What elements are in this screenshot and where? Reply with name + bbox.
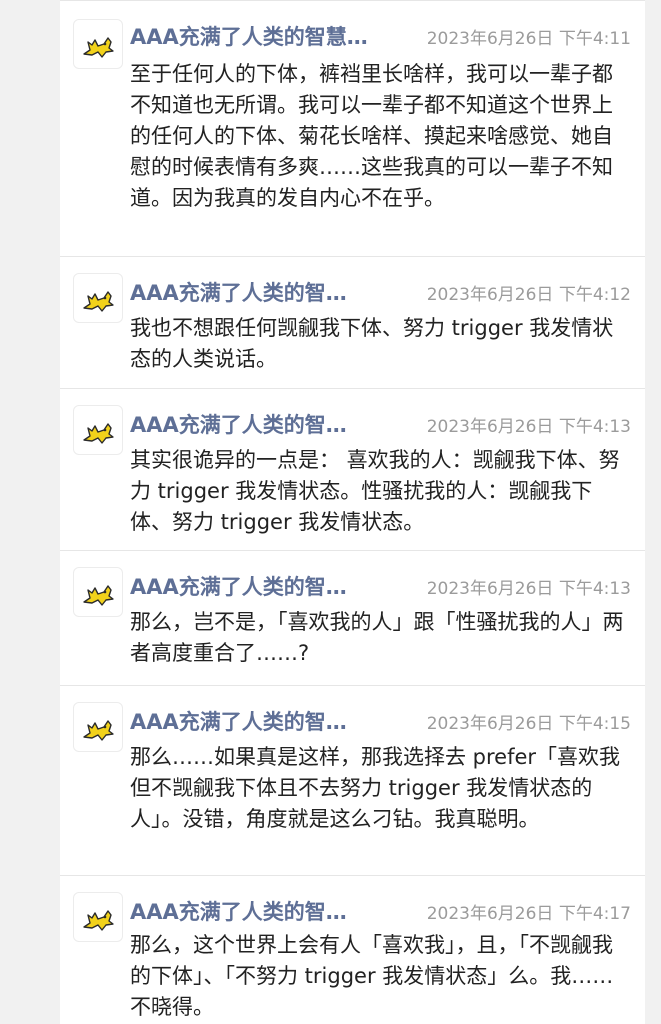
avatar[interactable] xyxy=(73,567,123,617)
avatar[interactable] xyxy=(73,19,123,69)
cat-avatar-icon xyxy=(83,423,114,444)
message-item[interactable]: AAA充满了人类的智… 2023年6月26日 下午4:13 其实很诡异的一点是：… xyxy=(60,388,645,550)
cat-avatar-icon xyxy=(83,37,114,58)
cat-avatar-icon xyxy=(83,910,114,931)
author-name[interactable]: AAA充满了人类的智… xyxy=(130,706,419,736)
avatar[interactable] xyxy=(73,892,123,942)
message-item[interactable]: AAA充满了人类的智… 2023年6月26日 下午4:12 我也不想跟任何觊觎我… xyxy=(60,256,645,388)
timestamp: 2023年6月26日 下午4:13 xyxy=(426,579,631,599)
timestamp: 2023年6月26日 下午4:11 xyxy=(426,29,631,49)
cat-avatar-icon xyxy=(83,585,114,606)
message-item[interactable]: AAA充满了人类的智慧… 2023年6月26日 下午4:11 至于任何人的下体，… xyxy=(60,0,645,256)
cat-avatar-icon xyxy=(83,291,114,312)
message-text: 其实很诡异的一点是： 喜欢我的人：觊觎我下体、努力 trigger 我发情状态。… xyxy=(130,448,620,534)
author-name[interactable]: AAA充满了人类的智… xyxy=(130,277,419,307)
avatar[interactable] xyxy=(73,702,123,752)
author-name[interactable]: AAA充满了人类的智慧… xyxy=(130,21,419,51)
message-item[interactable]: AAA充满了人类的智… 2023年6月26日 下午4:17 那么，这个世界上会有… xyxy=(60,875,645,1024)
message-item[interactable]: AAA充满了人类的智… 2023年6月26日 下午4:15 那么……如果真是这样… xyxy=(60,685,645,875)
message-item[interactable]: AAA充满了人类的智… 2023年6月26日 下午4:13 那么，岂不是，「喜欢… xyxy=(60,550,645,685)
avatar[interactable] xyxy=(73,273,123,323)
author-name[interactable]: AAA充满了人类的智… xyxy=(130,409,419,439)
timestamp: 2023年6月26日 下午4:13 xyxy=(426,417,631,437)
author-name[interactable]: AAA充满了人类的智… xyxy=(130,896,419,926)
avatar[interactable] xyxy=(73,405,123,455)
timestamp: 2023年6月26日 下午4:17 xyxy=(426,904,631,924)
message-feed[interactable]: AAA充满了人类的智慧… 2023年6月26日 下午4:11 至于任何人的下体，… xyxy=(60,0,645,1024)
message-text: 那么……如果真是这样，那我选择去 prefer「喜欢我但不觊觎我下体且不去努力 … xyxy=(130,745,621,831)
right-margin xyxy=(645,0,661,1024)
left-margin xyxy=(0,0,60,1024)
message-text: 我也不想跟任何觊觎我下体、努力 trigger 我发情状态的人类说话。 xyxy=(130,316,614,371)
cat-avatar-icon xyxy=(83,720,114,741)
timestamp: 2023年6月26日 下午4:12 xyxy=(426,285,631,305)
message-text: 至于任何人的下体，裤裆里长啥样，我可以一辈子都不知道也无所谓。我可以一辈子都不知… xyxy=(130,62,613,210)
author-name[interactable]: AAA充满了人类的智… xyxy=(130,571,419,601)
timestamp: 2023年6月26日 下午4:15 xyxy=(426,714,631,734)
message-text: 那么，这个世界上会有人「喜欢我」，且，「不觊觎我的下体」、「不努力 trigge… xyxy=(130,933,614,1019)
message-text: 那么，岂不是，「喜欢我的人」跟「性骚扰我的人」两者高度重合了……? xyxy=(130,610,624,665)
